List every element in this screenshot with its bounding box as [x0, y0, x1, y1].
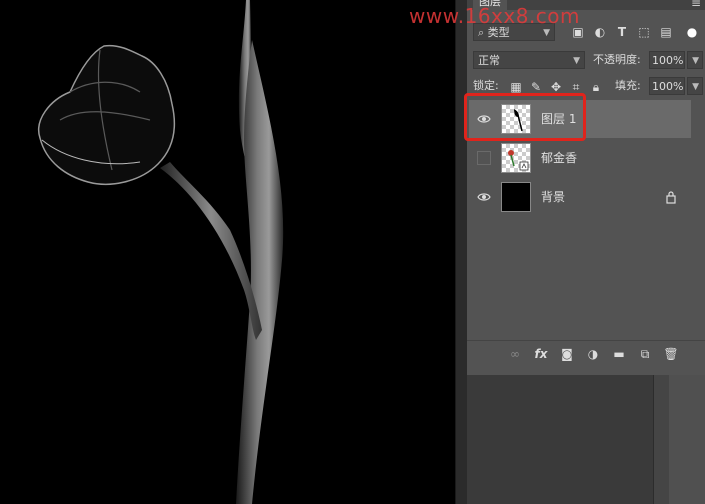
lock-position-icon[interactable]: ✥ — [549, 80, 563, 94]
layer-thumbnail — [501, 182, 531, 212]
layer-name[interactable]: 郁金香 — [541, 149, 577, 167]
adjustment-filter-icon[interactable]: ◐ — [593, 25, 607, 39]
blend-row: 正常 ▼ 不透明度: 100% ▼ — [467, 50, 705, 72]
layer-row-background[interactable]: 背景 — [469, 178, 691, 216]
layer-row-tulip[interactable]: 郁金香 — [469, 139, 691, 177]
opacity-input[interactable]: 100% — [649, 51, 685, 69]
layers-panel-footer: ∞ fx ◙ ◑ ▬ ⧉ 🗑︎ — [467, 340, 705, 367]
panel-divider — [653, 375, 670, 504]
lock-image-icon[interactable]: ✎ — [529, 80, 543, 94]
fill-input[interactable]: 100% — [649, 77, 685, 95]
link-layers-icon[interactable]: ∞ — [507, 347, 523, 361]
group-folder-icon[interactable]: ▬ — [611, 347, 627, 361]
document-canvas[interactable] — [0, 0, 455, 504]
tulip-image — [38, 0, 284, 504]
filter-toggle-icon[interactable]: ● — [685, 25, 699, 39]
chevron-down-icon: ▼ — [692, 82, 699, 92]
eye-icon[interactable] — [477, 190, 491, 204]
lock-artboard-icon[interactable]: ⌗ — [569, 80, 583, 94]
hamburger-icon[interactable]: ≡ — [691, 0, 701, 9]
smart-object-badge-icon — [508, 150, 529, 171]
side-dock — [669, 375, 705, 504]
fill-slider-toggle[interactable]: ▼ — [687, 77, 703, 95]
adjustment-layer-icon[interactable]: ◑ — [585, 347, 601, 361]
chevron-down-icon: ▼ — [573, 56, 580, 66]
smart-object-filter-icon[interactable]: ▤ — [659, 25, 673, 39]
lock-transparent-icon[interactable]: ▦ — [509, 80, 523, 94]
chevron-down-icon: ▼ — [692, 56, 699, 66]
blend-mode-dropdown[interactable]: 正常 ▼ — [473, 51, 585, 69]
visibility-toggle-empty[interactable] — [477, 151, 491, 165]
fx-icon[interactable]: fx — [533, 347, 549, 361]
lock-all-icon[interactable]: 🔒︎ — [589, 80, 603, 94]
lock-icon — [666, 191, 676, 204]
new-layer-icon[interactable]: ⧉ — [637, 347, 653, 361]
text-filter-icon[interactable]: T — [615, 25, 629, 39]
blend-mode-value: 正常 — [478, 54, 500, 67]
opacity-label: 不透明度: — [593, 53, 641, 66]
layer-thumbnail — [501, 143, 531, 173]
layers-panel: 图层 ≡ ⌕ 类型 ▼ ▣ ◐ T ⬚ ▤ ● 正常 ▼ 不透明度: 100% … — [467, 0, 705, 375]
layer-mask-icon[interactable]: ◙ — [559, 347, 575, 361]
fill-label: 填充: — [615, 79, 641, 92]
workspace-background — [467, 375, 705, 504]
watermark: www.16xx8.com — [409, 4, 581, 28]
highlight-box — [464, 93, 586, 141]
trash-icon[interactable]: 🗑︎ — [663, 347, 679, 361]
opacity-slider-toggle[interactable]: ▼ — [687, 51, 703, 69]
shape-filter-icon[interactable]: ⬚ — [637, 25, 651, 39]
layer-name[interactable]: 背景 — [541, 188, 565, 206]
